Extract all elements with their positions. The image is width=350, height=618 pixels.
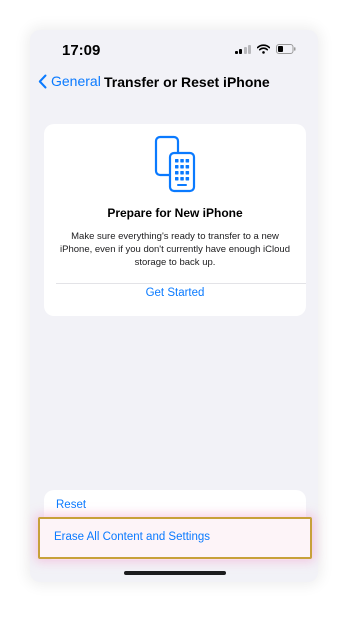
back-button[interactable]: General — [38, 73, 101, 89]
wifi-icon — [257, 44, 270, 54]
card-description: Make sure everything's ready to transfer… — [60, 231, 290, 268]
two-phones-icon — [154, 135, 196, 193]
erase-all-content-button[interactable]: Erase All Content and Settings — [54, 531, 210, 543]
status-bar: 17:09 — [30, 30, 318, 70]
cellular-signal-icon — [234, 44, 251, 54]
navigation-bar: General Transfer or Reset iPhone — [30, 70, 318, 98]
back-button-label: General — [51, 73, 101, 89]
page-title: Transfer or Reset iPhone — [104, 74, 270, 90]
phone-screen: 17:09 General Transfer or Reset iPhone P… — [30, 30, 318, 582]
reset-button[interactable]: Reset — [56, 499, 86, 511]
get-started-button[interactable]: Get Started — [44, 287, 306, 299]
chevron-left-icon — [38, 74, 47, 88]
status-icons — [234, 44, 297, 54]
status-time: 17:09 — [62, 42, 101, 59]
prepare-for-new-iphone-card: Prepare for New iPhone Make sure everyth… — [44, 124, 306, 316]
home-indicator[interactable] — [124, 571, 226, 575]
battery-icon — [276, 44, 296, 54]
erase-all-content-row[interactable]: Erase All Content and Settings — [38, 517, 312, 559]
card-title: Prepare for New iPhone — [107, 206, 243, 220]
card-divider — [56, 283, 306, 284]
